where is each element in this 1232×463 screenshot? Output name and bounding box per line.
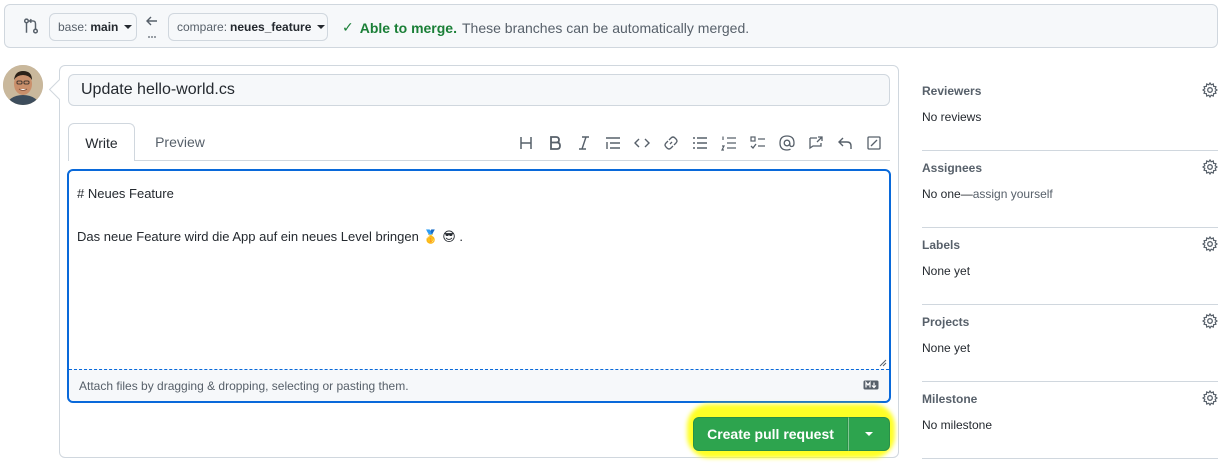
quote-icon[interactable] [598,133,627,153]
compare-branches-icon [23,18,39,34]
tab-preview[interactable]: Preview [142,123,218,161]
create-pr-button-group: Create pull request [693,417,890,451]
reply-icon[interactable] [830,133,859,153]
resize-handle-icon[interactable] [879,359,887,367]
assign-yourself-link[interactable]: assign yourself [973,187,1053,201]
compare-branch-select[interactable]: compare: neues_feature [168,13,328,41]
compare-branch-prefix: compare: [177,20,228,34]
check-icon: ✓ [342,19,354,35]
sidebar-labels: Labels None yet [922,228,1218,305]
numbered-list-icon[interactable] [714,133,743,153]
base-branch-select[interactable]: base: main [49,13,137,41]
avatar[interactable] [3,65,43,105]
gear-icon[interactable] [1202,236,1218,252]
sidebar-value-text: None yet [922,264,971,278]
pr-form: Update hello-world.cs Write Preview # Ne… [59,65,899,458]
sidebar-value-text: No milestone [922,418,993,432]
markdown-icon[interactable] [863,380,879,390]
sidebar-title: Projects [922,315,970,329]
sidebar-value-text: None yet [922,341,971,355]
bold-icon[interactable] [540,133,569,153]
base-branch-prefix: base: [58,20,88,34]
mention-icon[interactable] [772,133,801,153]
gear-icon[interactable] [1202,159,1218,175]
sidebar-title: Labels [922,238,961,252]
sidebar-title: Milestone [922,392,978,406]
create-pr-options-button[interactable] [848,417,890,451]
tab-write[interactable]: Write [68,123,135,161]
sidebar-projects: Projects None yet [922,305,1218,382]
sidebar-value: None yet [922,341,970,355]
bulleted-list-icon[interactable] [685,133,714,153]
sidebar-value: No reviews [922,110,981,124]
file-attachment-dropzone[interactable]: Attach files by dragging & dropping, sel… [69,369,889,401]
pr-title-input[interactable]: Update hello-world.cs [68,74,890,106]
compare-bar: base: main compare: neues_feature ✓ Able… [4,4,1218,48]
sidebar-title: Reviewers [922,84,982,98]
cross-reference-icon[interactable] [801,133,830,153]
gear-icon[interactable] [1202,82,1218,98]
base-branch-name: main [90,20,119,34]
gear-icon[interactable] [1202,390,1218,406]
sidebar-value: None yet [922,264,970,278]
tab-divider [135,160,890,161]
user-avatar-icon [3,65,43,105]
merge-status-text: These branches can be automatically merg… [461,19,750,36]
chevron-down-icon [865,432,873,436]
pr-body-line-2: Das neue Feature wird die App auf ein ne… [77,229,464,244]
link-icon[interactable] [656,133,685,153]
pr-body-text[interactable]: # Neues Feature Das neue Feature wird die… [77,183,881,248]
chevron-down-icon [317,25,326,29]
sidebar-milestone: Milestone No milestone [922,382,1218,459]
create-pull-request-button[interactable]: Create pull request [693,417,848,451]
sidebar-value-text: No one— [922,187,973,201]
merge-status-ok: Able to merge. [359,19,457,36]
sidebar-title: Assignees [922,161,983,175]
compare-branch-name: neues_feature [230,20,312,34]
task-list-icon[interactable] [743,133,772,153]
sidebar-assignees: Assignees No one—assign yourself [922,151,1218,228]
sidebar-value: No milestone [922,418,992,432]
sidebar-value-text: No reviews [922,110,982,124]
sidebar-reviewers: Reviewers No reviews [922,74,1218,151]
markdown-toolbar [511,133,888,153]
chevron-down-icon [124,25,133,29]
fullscreen-icon[interactable] [859,133,888,153]
sidebar: Reviewers No reviews Assignees No one—as… [922,74,1218,459]
sidebar-value: No one—assign yourself [922,187,1053,201]
arrow-left-icon [146,16,157,38]
pr-body-line-1: # Neues Feature [77,186,174,201]
italic-icon[interactable] [569,133,598,153]
heading-icon[interactable] [511,133,540,153]
attach-hint: Attach files by dragging & dropping, sel… [79,378,409,393]
code-icon[interactable] [627,133,656,153]
merge-status: ✓ Able to merge. These branches can be a… [342,19,749,36]
gear-icon[interactable] [1202,313,1218,329]
pr-body-textarea[interactable]: # Neues Feature Das neue Feature wird die… [67,169,891,403]
